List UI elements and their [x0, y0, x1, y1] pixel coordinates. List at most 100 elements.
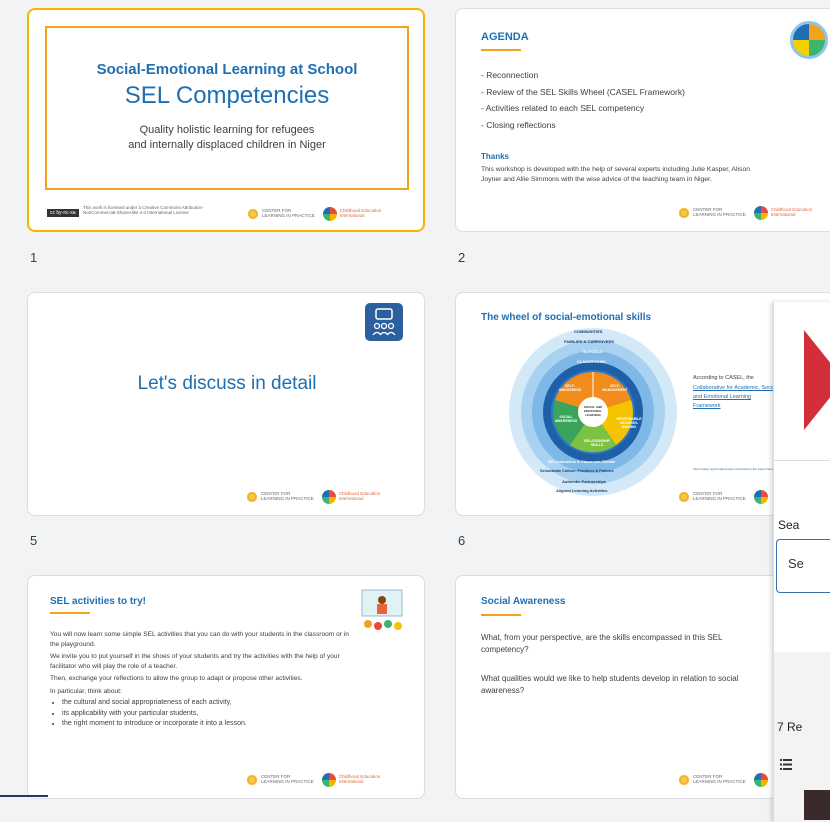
- slide-thumbnail-1[interactable]: Social-Emotional Learning at School SEL …: [27, 8, 425, 232]
- sun-icon: [246, 774, 258, 786]
- title-frame: Social-Emotional Learning at School SEL …: [45, 26, 409, 190]
- outer-label-culture: Schoolwide Culture, Practices & Policies: [540, 469, 614, 473]
- slide-title: Social Awareness: [481, 596, 566, 607]
- license-badge: cc by-nc-sa: [47, 209, 79, 217]
- paragraph: In particular, think about:: [50, 687, 122, 695]
- bullet-item: its applicability with your particular s…: [62, 709, 350, 720]
- panel-banner: [774, 302, 830, 457]
- slide-thumbnail-2[interactable]: AGENDA - Reconnection - Review of the SE…: [455, 8, 830, 232]
- agenda-item: - Closing reflections: [481, 119, 556, 130]
- agenda-item: - Activities related to each SEL compete…: [481, 103, 645, 114]
- segment-self-awareness: SELF-AWARENESS: [558, 384, 582, 392]
- bullet-item: the right moment to introduce or incorpo…: [62, 719, 350, 730]
- center-line2: LEARNING IN PRACTICE: [261, 496, 314, 501]
- search-input-value: Se: [788, 556, 804, 571]
- ring-label-communities: COMMUNITIES: [574, 329, 603, 334]
- ring-label-schools: SCHOOLS: [583, 349, 603, 354]
- cei-line2: International: [339, 213, 365, 218]
- activities-text: You will now learn some simple SEL activ…: [50, 630, 350, 730]
- slide-title: SEL activities to try!: [50, 596, 146, 607]
- slide-subtitle-2: and internally displaced children in Nig…: [128, 139, 326, 151]
- wheel-center-label: SOCIAL AND EMOTIONAL LEARNING: [583, 405, 603, 417]
- sun-icon: [678, 491, 690, 503]
- segment-self-management: SELF-MANAGEMENT: [602, 384, 628, 392]
- agenda-item: - Reconnection: [481, 70, 539, 80]
- center-line2: LEARNING IN PRACTICE: [261, 779, 314, 784]
- center-line2: LEARNING IN PRACTICE: [693, 496, 746, 501]
- url-text: https://casel.org/fundamentals-of-sel/wh…: [693, 467, 773, 471]
- license-text: This work is licensed under a Creative C…: [83, 205, 204, 216]
- side-panel: Sea Se 7 Re: [773, 302, 830, 822]
- flower-icon: [321, 490, 336, 504]
- slide-title: Let's discuss in detail: [137, 373, 317, 394]
- center-logo: CENTER FOR LEARNING IN PRACTICE: [678, 491, 746, 503]
- agenda-item: - Review of the SEL Skills Wheel (CASEL …: [481, 86, 685, 97]
- cei-logo: Childhood Education International: [322, 207, 381, 221]
- segment-relationship-skills: RELATIONSHIP SKILLS: [584, 439, 610, 447]
- slide-number-6: 6: [458, 533, 466, 548]
- cei-logo: [753, 490, 768, 504]
- search-input[interactable]: Se: [776, 539, 830, 593]
- discussion-icon: [365, 303, 403, 341]
- paragraph: You will now learn some simple SEL activ…: [50, 631, 349, 648]
- ring-label-classrooms: CLASSROOMS: [577, 359, 606, 364]
- cei-line2: International: [338, 496, 364, 501]
- outer-label-partnerships: Authentic Partnerships: [562, 479, 607, 484]
- sun-icon: [678, 207, 690, 219]
- red-logo-shape: [804, 330, 830, 430]
- cei-logo: [753, 773, 768, 787]
- outer-label-aligned: Aligned Learning Activities: [556, 488, 608, 493]
- cei-logo: Childhood Education International: [321, 773, 380, 787]
- center-line2: LEARNING IN PRACTICE: [693, 212, 746, 217]
- slide-number-1: 1: [30, 250, 38, 265]
- flower-icon: [753, 490, 768, 504]
- casel-link[interactable]: Collaborative for Academic, Social, and …: [693, 384, 778, 410]
- sun-icon: [678, 774, 690, 786]
- slide-thumbnail-5[interactable]: Let's discuss in detail CENTER FOR LEARNI…: [27, 292, 425, 516]
- list-icon[interactable]: [780, 757, 792, 770]
- slide-title: The wheel of social-emotional skills: [481, 312, 652, 323]
- flower-icon: [753, 773, 768, 787]
- flower-icon: [321, 773, 336, 787]
- segment-decision-making: RESPONSIBLE DECISION-MAKING: [616, 417, 642, 429]
- slide-subtitle-1: Quality holistic learning for refugees: [139, 124, 315, 136]
- bullet-item: the cultural and social appropriateness …: [62, 698, 350, 709]
- slide-number-2: 2: [458, 250, 466, 265]
- thanks-text: This workshop is developed with the help…: [481, 166, 751, 183]
- center-logo: CENTER FOR LEARNING IN PRACTICE: [246, 774, 314, 786]
- search-label: Sea: [778, 518, 800, 532]
- slide-footer-logos: CENTER FOR LEARNING IN PRACTICE: [678, 490, 768, 504]
- slide-footer-logos: CENTER FOR LEARNING IN PRACTICE Childhood…: [247, 207, 381, 221]
- side-text: According to CASEL, the: [693, 375, 754, 381]
- slide-number-5: 5: [30, 533, 38, 548]
- slide-title-big: SEL Competencies: [124, 82, 330, 109]
- bottom-left-divider: [0, 795, 48, 797]
- sun-icon: [246, 491, 258, 503]
- sun-icon: [247, 208, 259, 220]
- agenda-list: - Reconnection - Review of the SEL Skill…: [481, 67, 685, 133]
- segment-social-awareness: SOCIAL AWARENESS: [554, 415, 578, 423]
- center-line2: LEARNING IN PRACTICE: [262, 213, 315, 218]
- title-underline: [50, 612, 90, 614]
- flower-icon: [322, 207, 337, 221]
- center-logo: CENTER FOR LEARNING IN PRACTICE: [678, 774, 746, 786]
- slide-title-small: Social-Emotional Learning at School: [96, 61, 358, 78]
- panel-divider: [774, 460, 830, 461]
- thumbnail-dark: [804, 790, 830, 820]
- slide-footer-logos: CENTER FOR LEARNING IN PRACTICE Childhood…: [678, 206, 812, 220]
- teacher-illustration: [358, 586, 406, 634]
- results-count: 7 Re: [777, 720, 803, 734]
- center-line2: LEARNING IN PRACTICE: [693, 779, 746, 784]
- paragraph: We invite you to put yourself in the sho…: [50, 653, 340, 670]
- outer-label-instruction: SEL Instruction & Classroom Climate: [548, 460, 616, 464]
- question-2: What qualities would we like to help stu…: [481, 674, 739, 695]
- flower-icon: [753, 206, 768, 220]
- slide-footer-logos: CENTER FOR LEARNING IN PRACTICE Childhood…: [246, 773, 380, 787]
- agenda-title: AGENDA: [481, 31, 529, 43]
- slide-footer-logos: CENTER FOR LEARNING IN PRACTICE: [678, 773, 768, 787]
- paragraph: Then, exchange your reflections to allow…: [50, 675, 303, 683]
- center-logo: CENTER FOR LEARNING IN PRACTICE: [247, 208, 315, 220]
- slide-thumbnail-7[interactable]: SEL activities to try! You will now lear…: [27, 575, 425, 799]
- cei-logo: Childhood Education International: [753, 206, 812, 220]
- center-logo: CENTER FOR LEARNING IN PRACTICE: [678, 207, 746, 219]
